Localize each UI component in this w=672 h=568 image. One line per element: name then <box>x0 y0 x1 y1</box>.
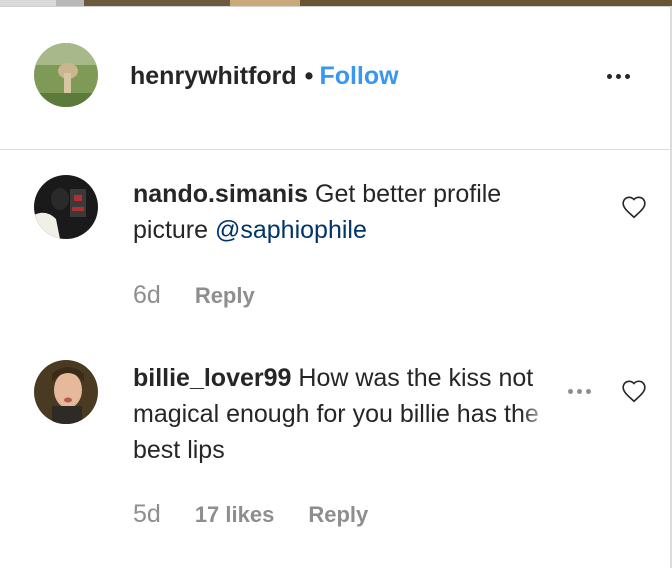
comment-more-icon[interactable] <box>568 389 591 394</box>
comment-time[interactable]: 5d <box>133 500 161 529</box>
dot-icon <box>616 74 621 79</box>
comment-username[interactable]: nando.simanis <box>133 180 308 208</box>
separator-dot: • <box>304 62 314 90</box>
text-fade <box>521 396 561 436</box>
comment-text: nando.simanis Get better profile picture… <box>133 176 573 248</box>
heart-outline-icon[interactable] <box>621 195 647 219</box>
dot-icon <box>625 74 630 79</box>
follow-button[interactable]: Follow <box>319 62 398 90</box>
dot-icon <box>568 389 573 394</box>
comment-meta: 6d Reply <box>133 281 255 310</box>
heart-outline-icon[interactable] <box>621 379 647 403</box>
reply-button[interactable]: Reply <box>308 502 368 528</box>
dot-icon <box>586 389 591 394</box>
comment-meta: 5d 17 likes Reply <box>133 500 368 529</box>
comment-avatar[interactable] <box>34 175 98 239</box>
comment-time[interactable]: 6d <box>133 281 161 310</box>
reply-button[interactable]: Reply <box>195 283 255 309</box>
more-options-icon[interactable] <box>607 74 630 79</box>
author-avatar[interactable] <box>34 43 98 107</box>
dot-icon <box>607 74 612 79</box>
comment-username[interactable]: billie_lover99 <box>133 364 291 392</box>
dot-icon <box>577 389 582 394</box>
author-line: henrywhitford • Follow <box>130 59 399 93</box>
comment-avatar[interactable] <box>34 360 98 424</box>
mention-link[interactable]: @saphiophile <box>215 216 367 244</box>
author-username[interactable]: henrywhitford <box>130 62 297 90</box>
likes-count[interactable]: 17 likes <box>195 502 275 528</box>
header-divider <box>0 149 670 150</box>
comment-text: billie_lover99 How was the kiss not magi… <box>133 360 555 468</box>
